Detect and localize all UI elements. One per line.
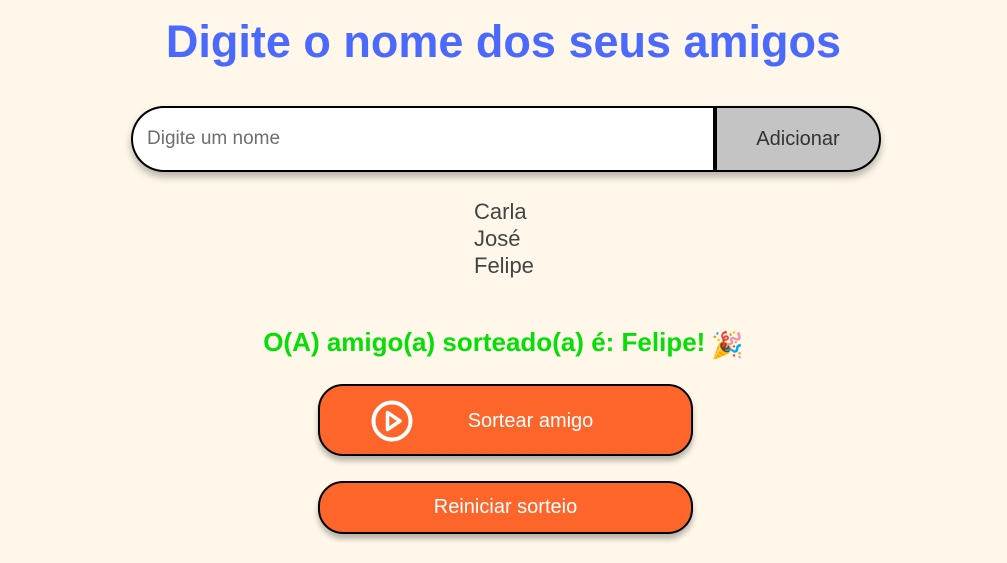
add-button[interactable]: Adicionar — [713, 106, 881, 172]
draw-friend-label: Sortear amigo — [467, 410, 594, 432]
draw-friend-button[interactable]: Sortear amigo — [318, 384, 693, 456]
list-item: Felipe — [474, 253, 534, 278]
result-text: O(A) amigo(a) sorteado(a) é: Felipe! — [263, 327, 706, 357]
party-popper-icon: 🎉 — [711, 330, 744, 360]
list-item: Carla — [474, 199, 527, 224]
friends-list: Carla José Felipe — [474, 198, 534, 279]
reset-draw-button[interactable]: Reiniciar sorteio — [318, 481, 693, 534]
draw-result: O(A) amigo(a) sorteado(a) é: Felipe! 🎉 — [0, 322, 1007, 365]
list-item: José — [474, 226, 521, 251]
add-friend-form: Adicionar — [131, 106, 881, 172]
page-title: Digite o nome dos seus amigos — [165, 16, 842, 67]
friend-name-input[interactable] — [131, 106, 713, 172]
